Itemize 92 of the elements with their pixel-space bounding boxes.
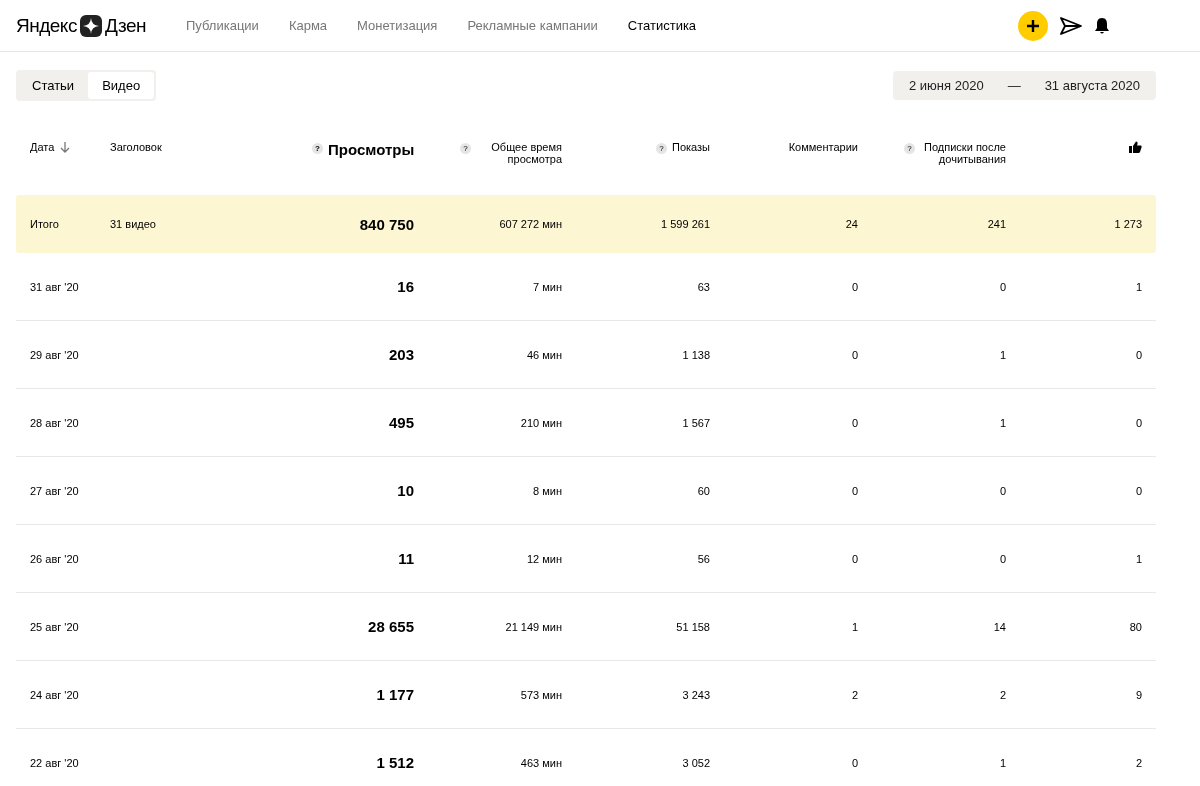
table-cell-text: 1 <box>998 756 1006 769</box>
table-cell-text: 463 мин <box>519 756 562 769</box>
table-cell-text: 1 <box>998 416 1006 429</box>
table-cell-text: 12 мин <box>525 552 562 565</box>
thumbs-up-icon[interactable] <box>1129 141 1142 153</box>
plus-icon[interactable] <box>1026 18 1040 33</box>
column-header[interactable]: Общее время просмотра <box>476 141 562 165</box>
bell-icon[interactable] <box>1094 16 1110 35</box>
table-cell-text: 573 мин <box>519 688 562 701</box>
down-arrow-icon[interactable] <box>60 141 71 153</box>
nav-link[interactable]: Статистика <box>627 18 697 33</box>
column-header[interactable]: Показы <box>671 141 710 153</box>
table-cell-text: 495 <box>387 414 414 431</box>
help-icon[interactable]: ? <box>460 143 471 154</box>
table-cell-text: 1 138 <box>681 348 710 361</box>
table-cell-text: 22 авг '20 <box>30 756 80 769</box>
table-cell-text: 7 мин <box>532 280 562 293</box>
table-cell-text: 0 <box>998 280 1006 293</box>
table-cell-text: 203 <box>387 346 414 363</box>
table-cell-text: 11 <box>397 550 414 567</box>
table-cell-text: 1 <box>1134 552 1142 565</box>
help-icon[interactable]: ? <box>655 143 667 154</box>
table-cell-text: 0 <box>998 484 1006 497</box>
table-cell-text: 1 <box>1134 280 1142 293</box>
content-tab[interactable]: Статьи <box>18 72 89 99</box>
paper-plane-icon[interactable] <box>1060 16 1082 35</box>
table-cell-text: 1 177 <box>375 686 414 703</box>
table-cell-text: 1 599 261 <box>660 218 710 230</box>
table-cell-text: 0 <box>850 348 858 361</box>
table-cell-text: 1 <box>850 620 858 633</box>
table-cell-text: 28 655 <box>367 618 414 635</box>
nav-link[interactable]: Публикации <box>186 18 259 33</box>
table-cell-text: 2 <box>1134 756 1142 769</box>
content-tab[interactable]: Видео <box>88 72 155 99</box>
table-cell-text: Итого <box>30 218 60 230</box>
table-cell-text: 0 <box>850 280 858 293</box>
table-cell-text: 16 <box>396 278 414 295</box>
table-cell-text: 0 <box>998 552 1006 565</box>
table-cell-text: 28 авг '20 <box>30 416 80 429</box>
table-cell-text: 56 <box>696 552 710 565</box>
table-cell-text: 27 авг '20 <box>30 484 80 497</box>
table-cell-text: 25 авг '20 <box>30 620 80 633</box>
table-cell-text: 1 567 <box>681 416 710 429</box>
table-cell-text: 31 авг '20 <box>30 280 80 293</box>
table-cell-text: 21 149 мин <box>504 620 562 633</box>
table-cell-text: 241 <box>986 218 1006 230</box>
table-cell-text: 0 <box>850 416 858 429</box>
table-cell-text: 1 512 <box>375 754 414 771</box>
nav-link[interactable]: Монетизация <box>357 18 438 33</box>
table-cell-text: 1 273 <box>1113 218 1142 230</box>
table-cell-text: 0 <box>850 484 858 497</box>
nav-link[interactable]: Карма <box>288 18 328 33</box>
table-cell-text: 3 052 <box>681 756 710 769</box>
nav-link[interactable]: Рекламные кампании <box>467 18 598 33</box>
table-cell-text: 210 мин <box>519 416 562 429</box>
table-cell-text: 24 авг '20 <box>30 688 80 701</box>
column-header[interactable]: Заголовок <box>110 141 162 153</box>
table-cell-text: 2 <box>850 688 858 701</box>
table-cell-text: 51 158 <box>675 620 710 633</box>
table-cell-text: 31 видео <box>110 218 157 230</box>
table-cell-text: 2 <box>998 688 1006 701</box>
date-range-picker[interactable]: 2 июня 2020 — 31 августа 2020 <box>893 71 1156 100</box>
table-cell-text: 26 авг '20 <box>30 552 80 565</box>
table-cell-text: 14 <box>992 620 1006 633</box>
table-cell-text: 10 <box>396 482 414 499</box>
add-button[interactable] <box>1018 10 1048 41</box>
table-cell-text: 80 <box>1128 620 1142 633</box>
table-cell-text: 0 <box>1134 484 1142 497</box>
column-header[interactable]: Подписки после дочитывания <box>920 141 1006 165</box>
table-cell-text: 29 авг '20 <box>30 348 80 361</box>
table-cell-text: 60 <box>696 484 710 497</box>
column-header[interactable]: Просмотры <box>328 141 414 158</box>
column-header[interactable]: Комментарии <box>788 141 858 153</box>
table-cell-text: 0 <box>1134 416 1142 429</box>
table-cell-text: 46 мин <box>525 348 562 361</box>
table-cell-text: 1 <box>998 348 1006 361</box>
table-cell-text: 9 <box>1134 688 1142 701</box>
star-logo-icon <box>79 14 102 37</box>
table-cell-text: 0 <box>850 552 858 565</box>
table-cell-text: 840 750 <box>358 215 414 233</box>
table-cell-text: 0 <box>850 756 858 769</box>
help-icon[interactable]: ? <box>904 143 915 154</box>
logo-text: Дзен <box>104 14 146 37</box>
table-cell-text: 607 272 мин <box>498 218 562 230</box>
logo-text: Яндекс <box>16 14 77 37</box>
table-cell-text: 24 <box>844 218 858 230</box>
help-icon[interactable]: ? <box>312 143 323 154</box>
table-cell-text: 8 мин <box>532 484 562 497</box>
table-cell-text: 3 243 <box>681 688 710 701</box>
table-cell-text: 63 <box>696 280 710 293</box>
table-cell-text: 0 <box>1134 348 1142 361</box>
column-header[interactable]: Дата <box>30 141 71 153</box>
